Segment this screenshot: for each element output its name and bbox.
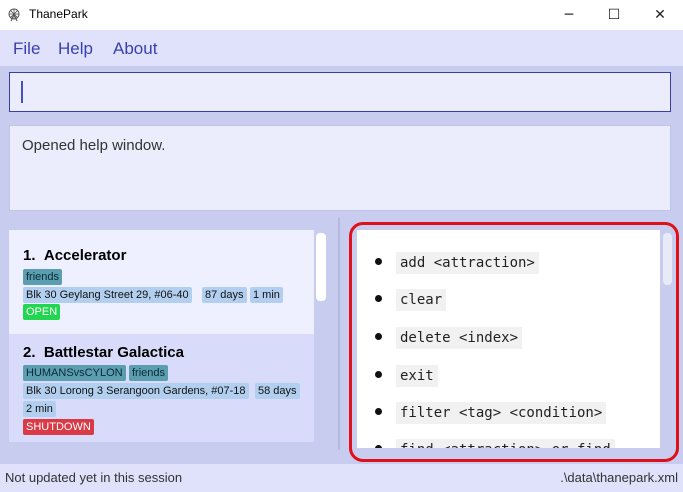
help-item: add <attraction> (357, 252, 660, 276)
help-item: delete <index> (357, 327, 660, 351)
help-command: clear (396, 289, 447, 311)
attraction-index: 1. Accelerator (23, 247, 127, 264)
bullet-icon (375, 258, 382, 265)
bullet-icon (375, 408, 382, 415)
bullet-icon (375, 371, 382, 378)
help-command: delete <index> (396, 327, 523, 349)
tag-label: friends (23, 269, 63, 285)
wait-time-label: 2 min (23, 401, 56, 417)
help-scrollbar[interactable] (663, 233, 672, 285)
days-label: 87 days (202, 287, 247, 303)
help-item: exit (357, 365, 660, 389)
status-badge: OPEN (23, 304, 61, 320)
help-command: exit (396, 365, 438, 387)
command-input[interactable] (10, 73, 670, 111)
split-divider[interactable] (338, 218, 340, 450)
attraction-card[interactable]: 2. Battlestar Galactica HUMANSvsCYLON fr… (9, 334, 314, 442)
attraction-name: Accelerator (43, 247, 127, 264)
minimize-button[interactable]: ─ (546, 0, 592, 30)
menu-help[interactable]: Help (58, 39, 93, 59)
attraction-list[interactable]: 1. Accelerator friends Blk 30 Geylang St… (9, 230, 314, 442)
help-item: clear (357, 289, 660, 313)
result-text: Opened help window. (22, 137, 166, 154)
close-button[interactable]: ✕ (637, 0, 683, 30)
address-label: Blk 30 Geylang Street 29, #06-40 (23, 287, 192, 303)
help-command: add <attraction> (396, 252, 539, 274)
bullet-icon (375, 333, 382, 340)
menu-about[interactable]: About (113, 39, 157, 59)
attraction-index: 2. Battlestar Galactica (23, 344, 184, 361)
menu-file[interactable]: File (13, 39, 40, 59)
help-command: find <attraction> or find (396, 439, 615, 448)
tag-label: HUMANSvsCYLON (23, 365, 126, 381)
window-title: ThanePark (29, 7, 88, 21)
title-bar: ThanePark ─ ☐ ✕ (0, 0, 683, 30)
attraction-card[interactable]: 1. Accelerator friends Blk 30 Geylang St… (9, 230, 314, 334)
save-location: .\data\thanepark.xml (560, 470, 678, 485)
attraction-name: Battlestar Galactica (43, 344, 184, 361)
help-command: filter <tag> <condition> (396, 402, 607, 424)
sync-status: Not updated yet in this session (5, 470, 183, 485)
help-item: find <attraction> or find (357, 439, 660, 448)
maximize-button[interactable]: ☐ (591, 0, 637, 30)
wait-time-label: 1 min (250, 287, 283, 303)
command-box[interactable] (9, 72, 671, 112)
list-scrollbar[interactable] (316, 233, 326, 301)
status-bar: Not updated yet in this session .\data\t… (0, 464, 683, 492)
menu-bar: File Help About (0, 30, 683, 66)
help-panel[interactable]: add <attraction> clear delete <index> ex… (357, 230, 660, 448)
status-badge: SHUTDOWN (23, 419, 94, 435)
tag-label: friends (129, 365, 169, 381)
address-label: Blk 30 Lorong 3 Serangoon Gardens, #07-1… (23, 383, 249, 399)
result-display: Opened help window. (9, 125, 671, 211)
days-label: 58 days (255, 383, 300, 399)
help-item: filter <tag> <condition> (357, 402, 660, 426)
bullet-icon (375, 445, 382, 448)
ferris-wheel-icon (8, 8, 20, 22)
bullet-icon (375, 295, 382, 302)
